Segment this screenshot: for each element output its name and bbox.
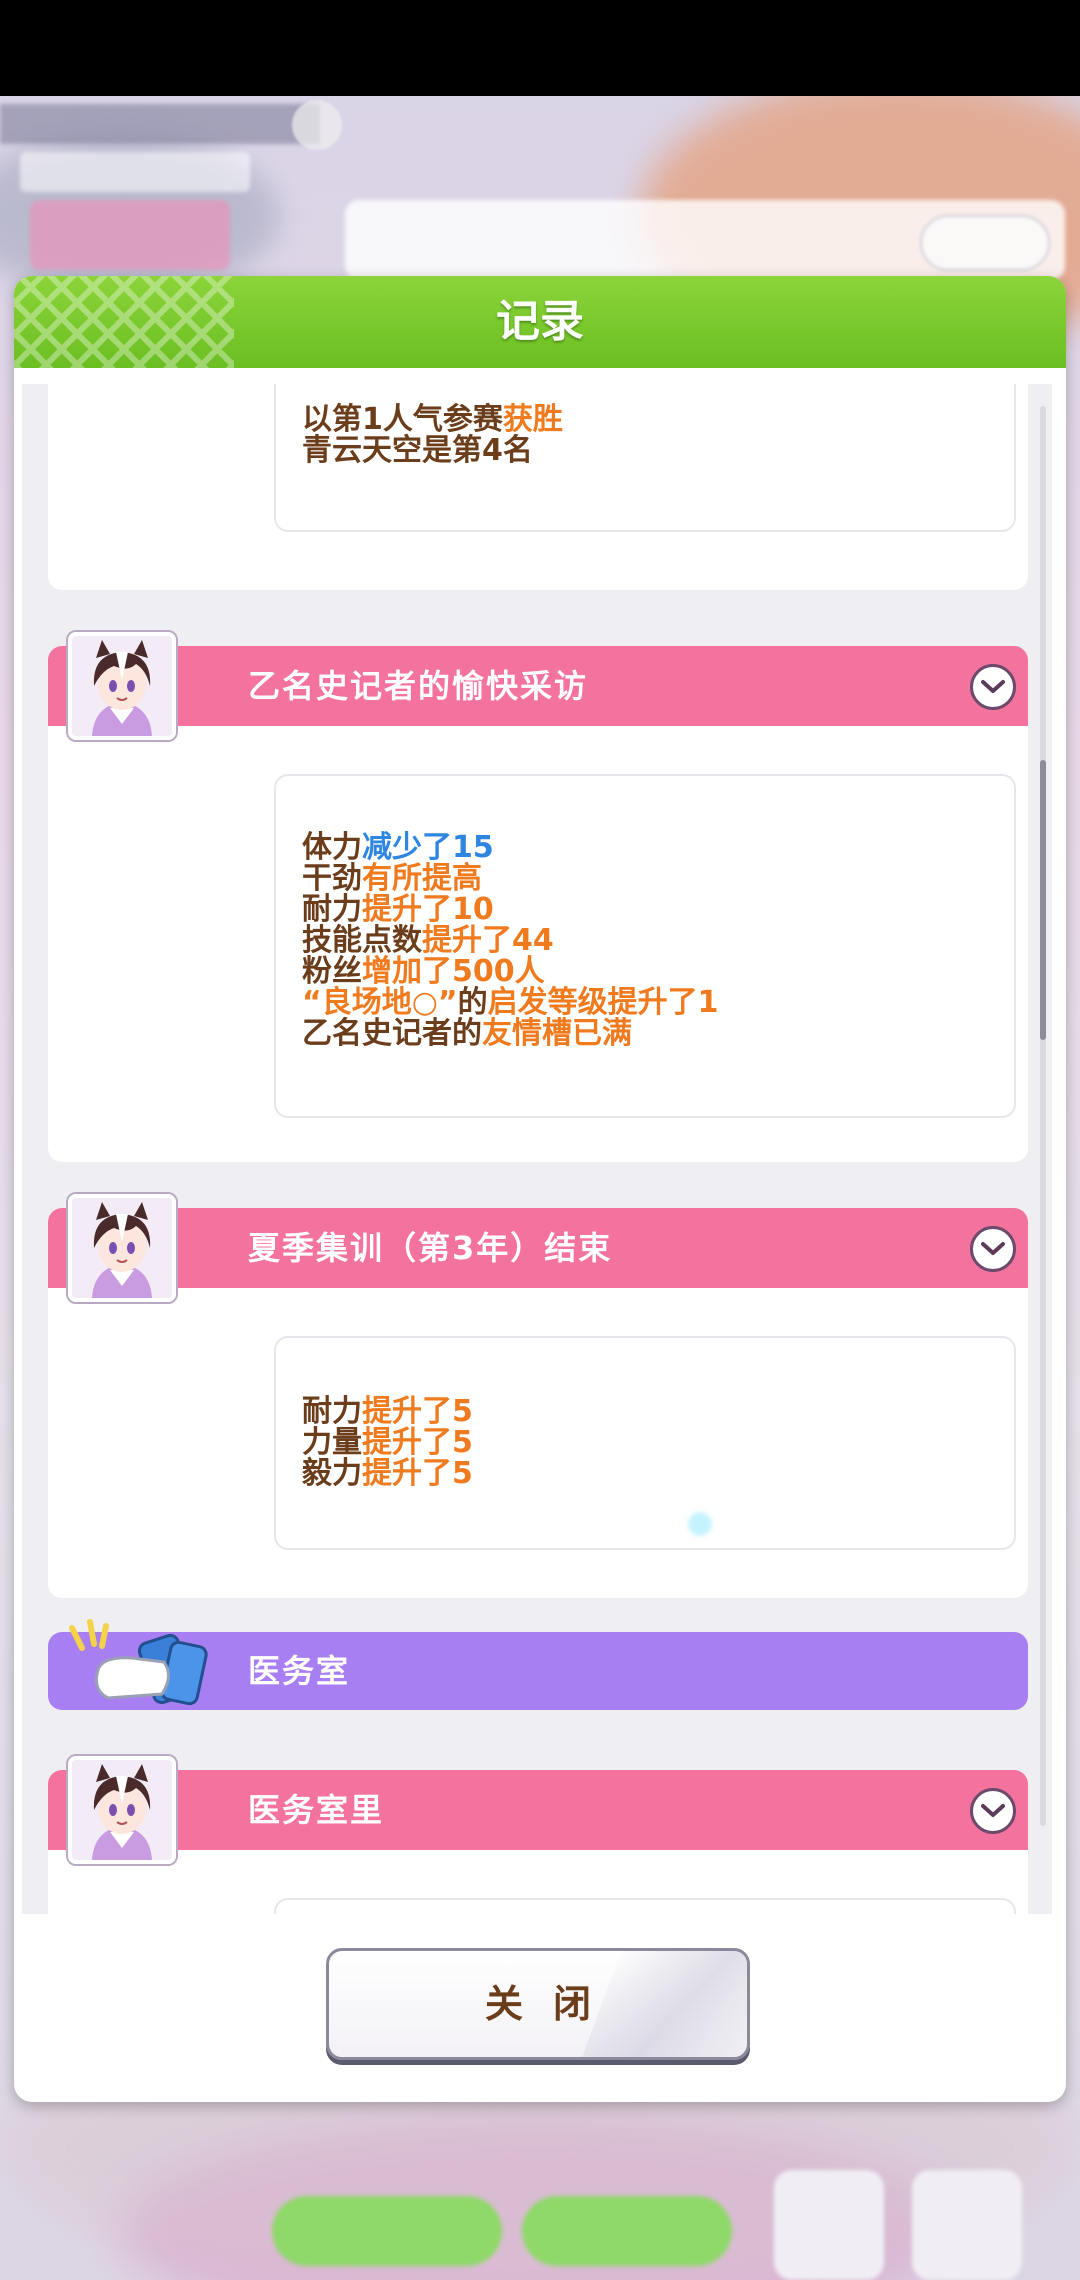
character-avatar-icon [68, 632, 176, 740]
dialog-title: 记录 [496, 296, 584, 347]
record-line-segment: 粉丝 [302, 954, 362, 989]
record-textbox: 以第1人气参赛获胜 青云天空是第4名 [274, 384, 1016, 532]
record-line: “良场地○”的启发等级提升了1 [302, 987, 719, 1018]
record-line-segment: 提升了5 [362, 1394, 473, 1429]
record-line-segment: 毅力 [302, 1456, 362, 1491]
record-line-segment: 提升了44 [422, 923, 554, 958]
record-line: 青云天空是第4名 [302, 435, 563, 466]
record-dialog: 记录 以第1人气参赛获胜 青云天空是第4名 乙名史记者的愉快采访 体力减少了15… [14, 276, 1066, 2102]
record-line-segment: 启发等级提升了1 [487, 985, 719, 1020]
record-line-segment: 耐力 [302, 892, 362, 927]
close-button-label: 关闭 [484, 1982, 621, 2026]
scrollbar-thumb[interactable] [1040, 760, 1046, 1040]
event-title: 夏季集训（第3年）结束 [248, 1229, 613, 1267]
background-green-button-right [522, 2196, 732, 2266]
dialog-header: 记录 [14, 276, 1066, 368]
record-line-segment: 减少了15 [362, 830, 494, 865]
record-line: 干劲有所提高 [302, 863, 719, 894]
background-pill-button [920, 215, 1050, 271]
event-header[interactable]: 医务室里 [48, 1770, 1028, 1850]
record-line-segment: 乙名史记者的 [302, 1016, 482, 1051]
background-menu-button [912, 2170, 1022, 2280]
record-line: 乙名史记者的友情槽已满 [302, 1018, 719, 1049]
record-line-segment: “良场地○” [302, 985, 458, 1020]
sparkle-effect [688, 1512, 712, 1536]
record-line-segment: 提升了5 [362, 1425, 473, 1460]
record-list[interactable]: 以第1人气参赛获胜 青云天空是第4名 乙名史记者的愉快采访 体力减少了15 干劲… [22, 384, 1052, 1914]
record-line: 耐力提升了5 [302, 1396, 473, 1427]
background-circle [292, 100, 342, 150]
event-title: 医务室里 [248, 1791, 385, 1829]
record-line-segment: 青云天空是第4名 [302, 433, 533, 468]
background-green-button-left [272, 2196, 502, 2266]
close-button[interactable]: 关闭 [326, 1948, 750, 2060]
background-square-button [774, 2170, 884, 2280]
record-line-segment: 的 [457, 985, 488, 1020]
record-line-segment: 以第1人气参赛 [302, 402, 503, 437]
background-pink-box [30, 200, 230, 270]
event-header[interactable]: 夏季集训（第3年）结束 [48, 1208, 1028, 1288]
record-textbox: 体力减少了15 干劲有所提高 耐力提升了10 技能点数提升了44 粉丝增加了500人 “良… [274, 774, 1016, 1118]
record-line-segment: 增加了500人 [362, 954, 545, 989]
record-line: 粉丝增加了500人 [302, 956, 719, 987]
record-line-segment: 有所提高 [362, 861, 482, 896]
record-line-segment: 友情槽已满 [482, 1016, 632, 1051]
character-avatar-icon [68, 1756, 176, 1864]
record-text: 体力减少了15 干劲有所提高 耐力提升了10 技能点数提升了44 粉丝增加了500人 “良… [302, 832, 719, 1049]
record-line-segment: 体力 [302, 830, 362, 865]
record-line-segment: 获胜 [502, 402, 563, 437]
chevron-down-icon[interactable] [970, 1788, 1016, 1834]
record-textbox [274, 1898, 1016, 1914]
event-header[interactable]: 乙名史记者的愉快采访 [48, 646, 1028, 726]
record-text: 以第1人气参赛获胜 青云天空是第4名 [302, 404, 563, 466]
record-line: 力量提升了5 [302, 1427, 473, 1458]
character-avatar-icon [68, 1194, 176, 1302]
record-line: 以第1人气参赛获胜 [302, 404, 563, 435]
record-line-segment: 干劲 [302, 861, 362, 896]
record-line: 体力减少了15 [302, 832, 719, 863]
chevron-down-icon[interactable] [970, 664, 1016, 710]
background-label [20, 152, 250, 192]
record-line-segment: 提升了5 [362, 1456, 473, 1491]
scrollbar-track[interactable] [1040, 406, 1046, 1826]
record-line: 技能点数提升了44 [302, 925, 719, 956]
record-line: 毅力提升了5 [302, 1458, 473, 1489]
record-textbox: 耐力提升了5 力量提升了5 毅力提升了5 [274, 1336, 1016, 1550]
record-line: 耐力提升了10 [302, 894, 719, 925]
section-title: 医务室 [248, 1652, 351, 1690]
record-text: 耐力提升了5 力量提升了5 毅力提升了5 [302, 1396, 473, 1489]
record-line-segment: 耐力 [302, 1394, 362, 1429]
event-title: 乙名史记者的愉快采访 [248, 667, 589, 705]
chevron-down-icon[interactable] [970, 1226, 1016, 1272]
record-line-segment: 技能点数 [302, 923, 422, 958]
background-status-bar [0, 104, 320, 144]
infirmary-supplies-icon [62, 1618, 212, 1718]
record-line-segment: 提升了10 [362, 892, 494, 927]
record-line-segment: 力量 [302, 1425, 362, 1460]
